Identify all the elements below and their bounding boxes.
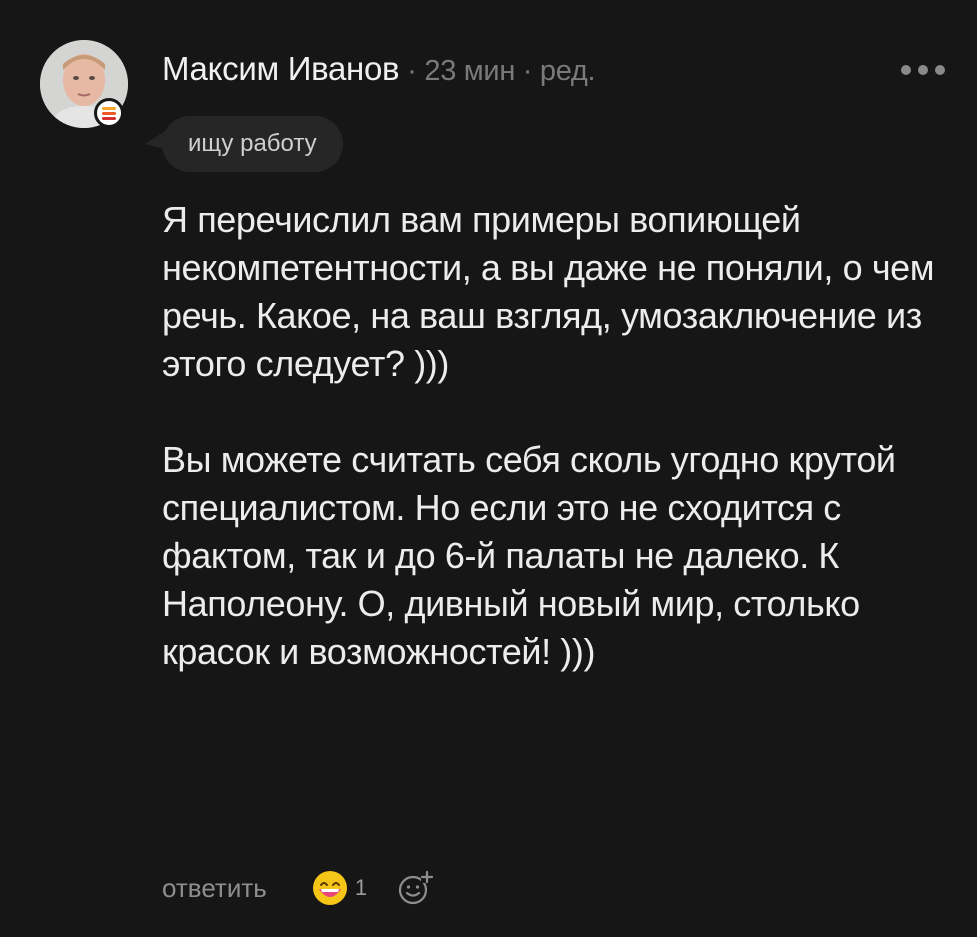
reaction-count: 1 (354, 875, 368, 900)
status-tag: ищу работу (162, 116, 343, 172)
comment-actions: ответить 1 (162, 862, 435, 914)
comment-header: Максим Иванов · 23 мин · ред. (162, 50, 596, 94)
reply-button[interactable]: ответить (162, 873, 267, 904)
add-reaction-icon (398, 870, 434, 905)
comment-body: Я перечислил вам примеры вопиющей некомп… (162, 196, 952, 676)
add-reaction-button[interactable] (395, 868, 435, 908)
grinning-face-emoji-icon (312, 871, 347, 905)
comment-meta: · 23 мин · ред. (407, 55, 596, 87)
comment-paragraph: Я перечислил вам примеры вопиющей некомп… (162, 199, 935, 384)
reaction-chip[interactable]: 1 (311, 869, 367, 907)
comment-paragraph: Вы можете считать себя сколь угодно крут… (162, 439, 896, 672)
status-badge-icon (94, 98, 124, 128)
author-name[interactable]: Максим Иванов (162, 50, 400, 88)
more-options-icon[interactable] (901, 56, 945, 84)
